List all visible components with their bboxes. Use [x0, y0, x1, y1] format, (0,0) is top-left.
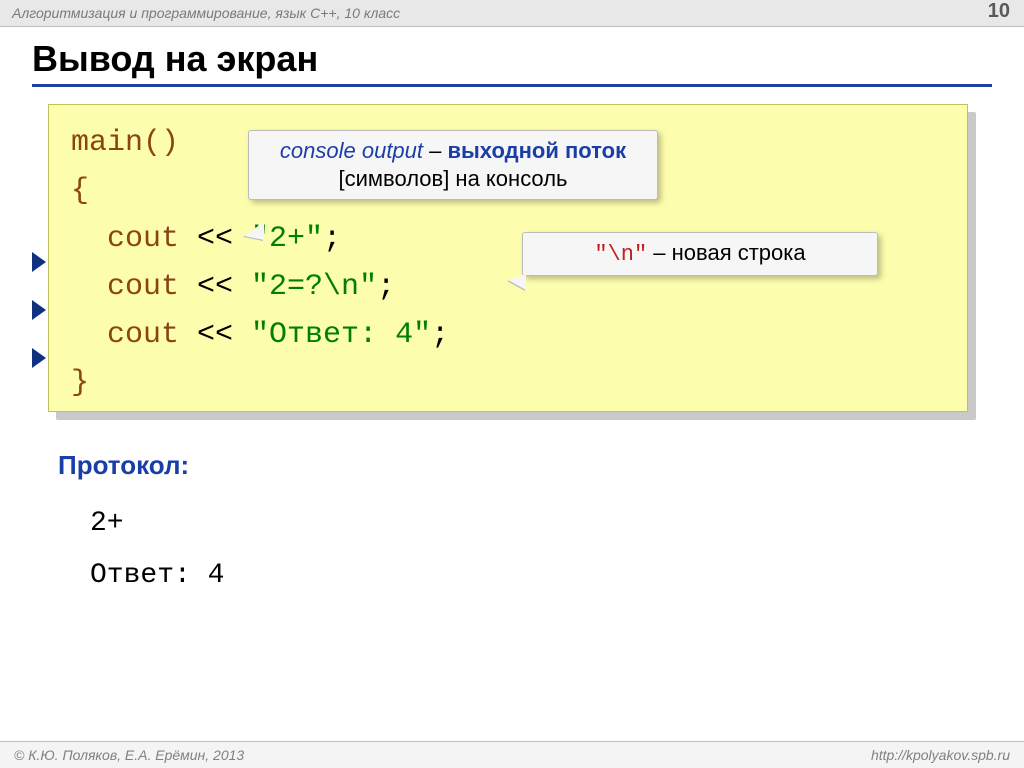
callout-definition: выходной поток: [447, 138, 626, 163]
bullet-icon: [32, 300, 46, 320]
code-keyword-cout: cout: [107, 222, 179, 256]
footer-credit: © К.Ю. Поляков, Е.А. Ерёмин, 2013: [14, 747, 244, 763]
callout-newline: "\n" – новая строка: [522, 232, 878, 276]
code-keyword-cout: cout: [107, 270, 179, 304]
callout-pointer-icon: [244, 222, 264, 240]
protocol-output: 2+ Ответ: 4: [90, 498, 224, 602]
callout-tail-text: [символов] на консоль: [338, 166, 567, 191]
footer-url: http://kpolyakov.spb.ru: [871, 747, 1010, 763]
code-operator: <<: [179, 318, 251, 352]
code-keyword-main: main(): [71, 126, 179, 160]
protocol-line: Ответ: 4: [90, 560, 224, 591]
callout-console-output: console output – выходной поток [символо…: [248, 130, 658, 200]
code-operator: <<: [179, 222, 251, 256]
callout-pointer-icon: [508, 274, 526, 290]
bullet-icon: [32, 348, 46, 368]
slide-title: Вывод на экран: [32, 38, 992, 87]
callout-dash: –: [423, 138, 447, 163]
code-semicolon: ;: [377, 270, 395, 304]
code-keyword-cout: cout: [107, 318, 179, 352]
code-string: "2=?\n": [251, 270, 377, 304]
protocol-line: 2+: [90, 508, 124, 539]
code-string: "Ответ: 4": [251, 318, 431, 352]
page-number: 10: [988, 0, 1010, 23]
callout-code-literal: "\n": [594, 242, 647, 267]
slide: Алгоритмизация и программирование, язык …: [0, 0, 1024, 768]
code-brace-close: }: [71, 366, 89, 400]
protocol-label: Протокол:: [58, 450, 189, 481]
code-brace-open: {: [71, 174, 89, 208]
callout-text: – новая строка: [647, 240, 805, 265]
footer-bar: © К.Ю. Поляков, Е.А. Ерёмин, 2013 http:/…: [0, 741, 1024, 768]
callout-term: console output: [280, 138, 423, 163]
bullet-icon: [32, 252, 46, 272]
course-title: Алгоритмизация и программирование, язык …: [12, 5, 400, 21]
code-operator: <<: [179, 270, 251, 304]
header-bar: Алгоритмизация и программирование, язык …: [0, 0, 1024, 27]
code-semicolon: ;: [431, 318, 449, 352]
code-semicolon: ;: [323, 222, 341, 256]
